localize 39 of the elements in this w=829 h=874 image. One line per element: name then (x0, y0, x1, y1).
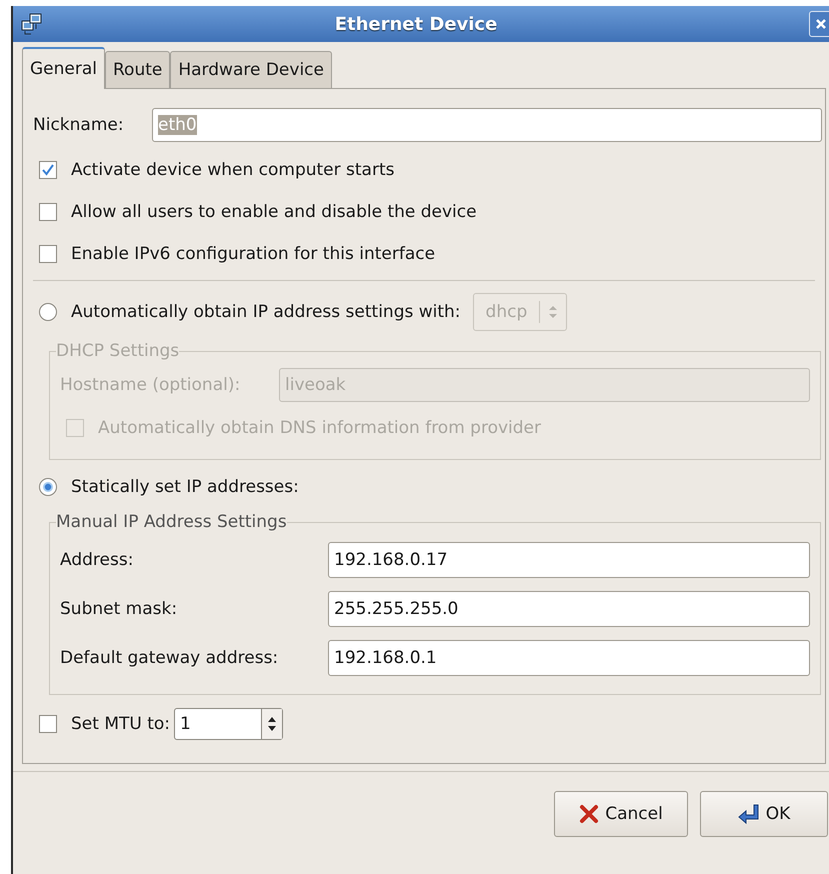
checkbox[interactable] (39, 161, 57, 179)
field-label: Subnet mask: (60, 599, 178, 619)
checkbox-label: Automatically obtain DNS information from provider (98, 418, 542, 438)
input-field[interactable]: 255.255.255.0 (328, 591, 810, 627)
cancel-button[interactable]: Cancel (554, 791, 688, 837)
network-computers-icon (21, 13, 43, 35)
close-button[interactable] (809, 11, 829, 37)
frame-title: DHCP Settings (56, 341, 180, 361)
radio-label: Statically set IP addresses: (71, 477, 299, 497)
field-label: Default gateway address: (60, 648, 280, 668)
checkbox-label: Set MTU to: (71, 714, 170, 734)
close-icon (815, 18, 827, 30)
cross-icon (579, 804, 600, 824)
nickname-label: Nickname: (33, 115, 125, 135)
checkbox-label: Enable IPv6 configuration for this interface (71, 244, 436, 264)
hostname-label: Hostname (optional): (60, 375, 242, 395)
tab[interactable]: General (22, 47, 105, 89)
checkbox-label: Allow all users to enable and disable the device (71, 202, 477, 222)
checkbox-label: Activate device when computer starts (71, 160, 394, 180)
radio-dot-icon (42, 481, 54, 493)
checkmark-icon (41, 163, 55, 177)
tab[interactable]: Route (105, 51, 170, 88)
updown-icon (548, 305, 558, 319)
return-arrow-icon (738, 803, 760, 825)
radio-button[interactable] (39, 478, 57, 496)
checkbox[interactable] (39, 203, 57, 221)
input-field[interactable]: 192.168.0.17 (328, 542, 810, 578)
checkbox[interactable] (39, 715, 57, 733)
input-field[interactable]: 192.168.0.1 (328, 640, 810, 676)
spin-arrows-icon (267, 716, 278, 732)
radio-button[interactable] (39, 303, 57, 321)
checkbox[interactable] (39, 245, 57, 263)
mtu-spin-field[interactable]: 1 (174, 708, 284, 740)
window-title: Ethernet Device (334, 14, 498, 34)
ok-button[interactable]: OK (700, 791, 828, 837)
field-label: Address: (60, 550, 134, 570)
tab[interactable]: Hardware Device (170, 51, 332, 88)
frame-title: Manual IP Address Settings (56, 512, 287, 532)
radio-label: Automatically obtain IP address settings with: (71, 302, 461, 322)
